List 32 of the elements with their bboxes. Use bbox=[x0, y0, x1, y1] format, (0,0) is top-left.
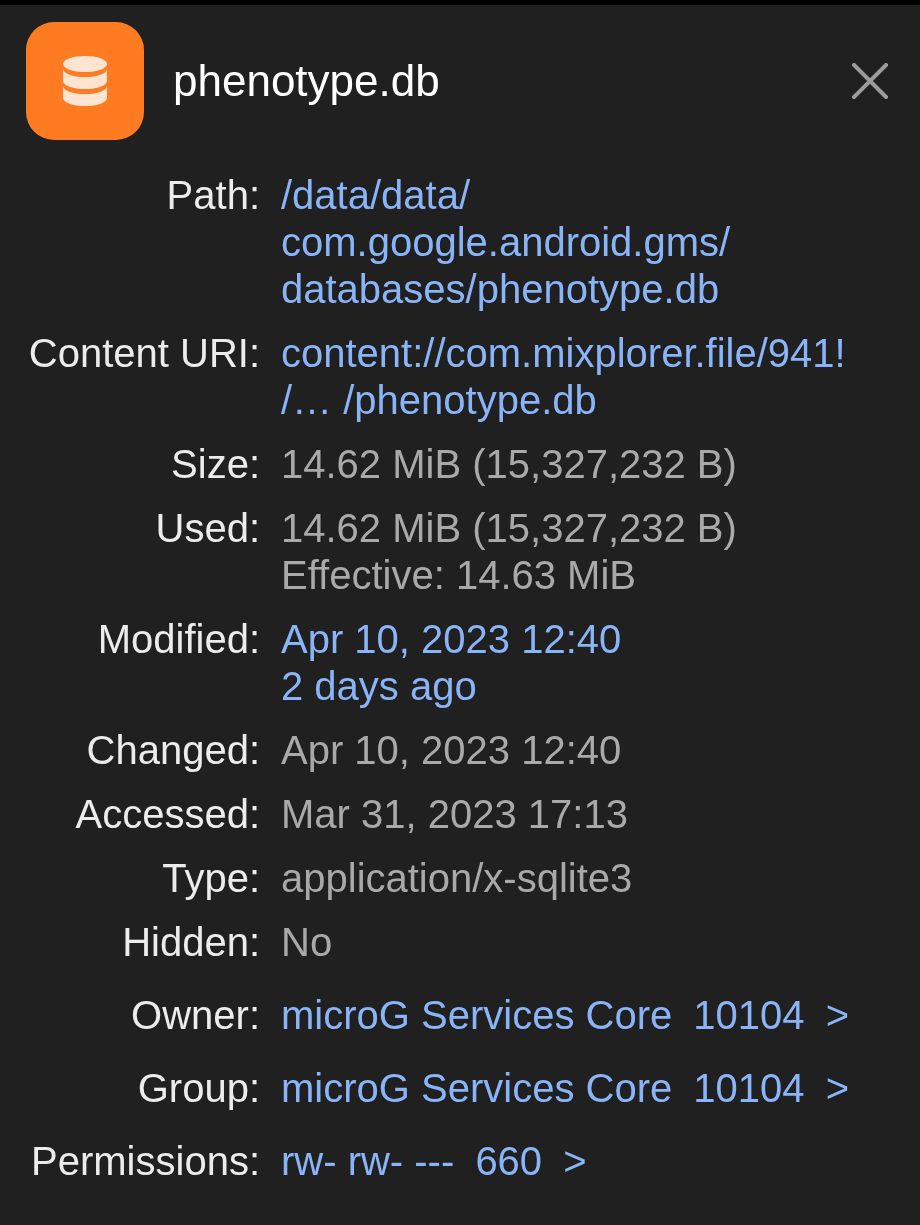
property-label: Size: bbox=[171, 441, 260, 488]
property-label: Modified: bbox=[97, 616, 260, 663]
value-link[interactable]: 2 days ago bbox=[281, 663, 477, 710]
property-label: Used: bbox=[155, 505, 260, 552]
property-label: Group: bbox=[137, 1065, 260, 1112]
value-link[interactable]: com.google.android.gms/ bbox=[281, 219, 731, 266]
nav-link[interactable]: microG Services Core 10104 > bbox=[281, 1065, 850, 1112]
value-link[interactable]: Apr 10, 2023 12:40 bbox=[281, 616, 622, 663]
property-value: Apr 10, 2023 12:40 bbox=[281, 727, 622, 774]
nav-link[interactable]: microG Services Core 10104 > bbox=[281, 992, 850, 1039]
value-link[interactable]: /… /phenotype.db bbox=[281, 377, 597, 424]
value-link[interactable]: databases/phenotype.db bbox=[281, 266, 720, 313]
nav-link[interactable]: rw- rw- --- 660 > bbox=[281, 1138, 587, 1185]
file-title: phenotype.db bbox=[173, 55, 440, 107]
property-label: Permissions: bbox=[31, 1138, 260, 1185]
property-label: Type: bbox=[162, 855, 260, 902]
value-link[interactable]: content://com.mixplorer.file/941! bbox=[281, 330, 846, 377]
property-label: Accessed: bbox=[75, 791, 260, 838]
value-link[interactable]: /data/data/ bbox=[281, 172, 471, 219]
property-value: 14.62 MiB (15,327,232 B) bbox=[281, 441, 737, 488]
property-label: Hidden: bbox=[122, 919, 260, 966]
property-value: 14.62 MiB (15,327,232 B) bbox=[281, 505, 737, 552]
property-label: Path: bbox=[166, 172, 260, 219]
property-label: Owner: bbox=[131, 992, 260, 1039]
property-label: Changed: bbox=[86, 727, 260, 774]
property-value: Effective: 14.63 MiB bbox=[281, 552, 636, 599]
database-icon bbox=[26, 22, 144, 140]
property-value: application/x-sqlite3 bbox=[281, 855, 633, 902]
property-value: Mar 31, 2023 17:13 bbox=[281, 791, 628, 838]
property-label: Content URI: bbox=[28, 330, 260, 377]
close-icon bbox=[852, 63, 888, 99]
property-value: No bbox=[281, 919, 333, 966]
